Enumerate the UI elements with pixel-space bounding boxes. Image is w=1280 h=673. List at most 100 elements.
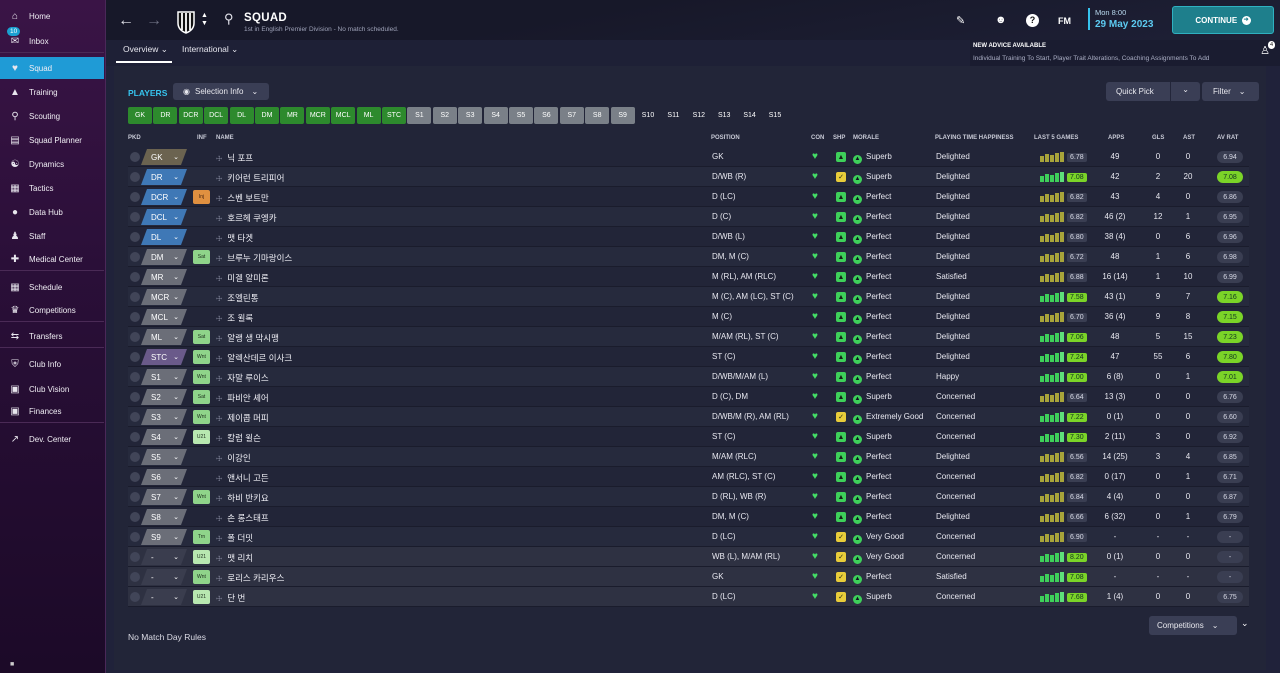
position-button-dcl[interactable]: DCL [204, 107, 229, 124]
player-name[interactable]: ☩ 브루누 기마랑이스 [216, 252, 292, 264]
morale[interactable]: ▲ Very Good [853, 552, 904, 564]
row-select-toggle[interactable] [130, 172, 140, 182]
info-badge[interactable]: Sat [193, 330, 210, 344]
player-name[interactable]: ☩ 앤서니 고든 [216, 472, 269, 484]
quick-pick-dropdown[interactable]: Quick Pick ⌄ [1106, 82, 1200, 101]
position-button-dm[interactable]: DM [255, 107, 279, 124]
position-button-s3[interactable]: S3 [458, 107, 483, 124]
sidebar-item-dynamics[interactable]: ☯ Dynamics [0, 153, 104, 175]
column-header-con[interactable]: CON [811, 135, 824, 141]
sidebar-item-medical-center[interactable]: ✚ Medical Center [0, 249, 104, 271]
row-select-toggle[interactable] [130, 292, 140, 302]
player-name[interactable]: ☩ 호르헤 쿠엥카 [216, 212, 277, 224]
table-row[interactable]: S1 ⌄ Wnt ☩ 자말 루이스 D/WB/M/AM (L) ♥ ▲ ▲ Perfect Happ… [128, 367, 1249, 387]
last-5-games[interactable]: 7.06 [1036, 331, 1094, 343]
player-name[interactable]: ☩ 자말 루이스 [216, 372, 269, 384]
position-button-mcl[interactable]: MCL [331, 107, 356, 124]
picked-position-select[interactable]: DL ⌄ [141, 229, 187, 245]
morale[interactable]: ▲ Perfect [853, 372, 891, 384]
sidebar-item-finances[interactable]: ▣ Finances [0, 401, 104, 423]
picked-position-select[interactable]: DR ⌄ [141, 169, 187, 185]
column-header-ast[interactable]: AST [1183, 135, 1195, 141]
last-5-games[interactable]: 6.64 [1036, 391, 1094, 403]
morale[interactable]: ▲ Perfect [853, 452, 891, 464]
position-button-s10[interactable]: S10 [636, 107, 660, 124]
picked-position-select[interactable]: S1 ⌄ [141, 369, 187, 385]
column-header-name[interactable]: NAME [216, 135, 234, 141]
info-badge[interactable]: Wnt [193, 490, 210, 504]
morale[interactable]: ▲ Superb [853, 152, 892, 164]
tab-international[interactable]: International ⌄ [182, 44, 238, 55]
picked-position-select[interactable]: S9 ⌄ [141, 529, 187, 545]
player-name[interactable]: ☩ 제이콥 머피 [216, 412, 269, 424]
morale[interactable]: ▲ Perfect [853, 192, 891, 204]
table-row[interactable]: MR ⌄ ☩ 미겔 알미론 M (RL), AM (RLC) ♥ ▲ ▲ Perfect Sati… [128, 267, 1249, 287]
last-5-games[interactable]: 7.68 [1036, 591, 1094, 603]
table-row[interactable]: S9 ⌄ Trn ☩ 폴 더밋 D (LC) ♥ ✓ ▲ Very Good Concerned 6.… [128, 527, 1249, 547]
player-name[interactable]: ☩ 미겔 알미론 [216, 272, 269, 284]
position-button-s7[interactable]: S7 [559, 107, 584, 124]
fm-logo[interactable]: FM [1058, 16, 1071, 26]
table-row[interactable]: DM ⌄ Sat ☩ 브루누 기마랑이스 DM, M (C) ♥ ▲ ▲ Perfect Delig… [128, 247, 1249, 267]
sidebar-item-data-hub[interactable]: ● Data Hub [0, 201, 104, 223]
edit-icon[interactable]: ✎ [956, 14, 965, 27]
sidebar-item-inbox[interactable]: ✉ Inbox 10 [0, 27, 104, 53]
position-button-dcr[interactable]: DCR [178, 107, 203, 124]
last-5-games[interactable]: 7.58 [1036, 291, 1094, 303]
column-header-shp[interactable]: SHP [833, 135, 845, 141]
picked-position-select[interactable]: S5 ⌄ [141, 449, 187, 465]
info-badge[interactable]: Wnt [193, 350, 210, 364]
row-select-toggle[interactable] [130, 532, 140, 542]
morale[interactable]: ▲ Perfect [853, 512, 891, 524]
row-select-toggle[interactable] [130, 432, 140, 442]
morale[interactable]: ▲ Superb [853, 172, 892, 184]
info-badge[interactable]: U21 [193, 550, 210, 564]
picked-position-select[interactable]: MR ⌄ [141, 269, 187, 285]
sidebar-item-staff[interactable]: ♟ Staff [0, 225, 104, 247]
search-icon[interactable]: ⚲ [224, 11, 234, 27]
table-row[interactable]: - ⌄ U21 ☩ 맷 리치 WB (L), M/AM (RL) ♥ ✓ ▲ Very Good C… [128, 547, 1249, 567]
position-button-gk[interactable]: GK [128, 107, 152, 124]
position-button-mr[interactable]: MR [280, 107, 305, 124]
continue-button[interactable]: CONTINUE ➜ [1172, 6, 1274, 34]
table-row[interactable]: S5 ⌄ ☩ 이강인 M/AM (RLC) ♥ ▲ ▲ Perfect Delighted 6.56… [128, 447, 1249, 467]
last-5-games[interactable]: 8.20 [1036, 551, 1094, 563]
row-select-toggle[interactable] [130, 512, 140, 522]
row-select-toggle[interactable] [130, 192, 140, 202]
row-select-toggle[interactable] [130, 552, 140, 562]
morale[interactable]: ▲ Perfect [853, 252, 891, 264]
row-select-toggle[interactable] [130, 392, 140, 402]
back-arrow-icon[interactable]: ← [118, 12, 134, 30]
morale[interactable]: ▲ Perfect [853, 272, 891, 284]
column-header-last-5-games[interactable]: LAST 5 GAMES [1034, 135, 1078, 141]
last-5-games[interactable]: 6.72 [1036, 251, 1094, 263]
selection-info-dropdown[interactable]: ◉ Selection Info ⌄ [173, 83, 269, 100]
picked-position-select[interactable]: - ⌄ [141, 589, 187, 605]
picked-position-select[interactable]: MCL ⌄ [141, 309, 187, 325]
forward-arrow-icon[interactable]: → [146, 12, 162, 30]
morale[interactable]: ▲ Perfect [853, 312, 891, 324]
picked-position-select[interactable]: S7 ⌄ [141, 489, 187, 505]
morale[interactable]: ▲ Very Good [853, 532, 904, 544]
picked-position-select[interactable]: MCR ⌄ [141, 289, 187, 305]
player-name[interactable]: ☩ 조 윌록 [216, 312, 253, 324]
table-row[interactable]: S4 ⌄ U21 ☩ 칼럼 윌슨 ST (C) ♥ ▲ ▲ Superb Concerned 7.30… [128, 427, 1249, 447]
sidebar-item-tactics[interactable]: ▦ Tactics [0, 177, 104, 199]
last-5-games[interactable]: 6.90 [1036, 531, 1094, 543]
position-button-s9[interactable]: S9 [610, 107, 635, 124]
player-name[interactable]: ☩ 하비 반키요 [216, 492, 269, 504]
player-name[interactable]: ☩ 키어런 트리피어 [216, 172, 284, 184]
row-select-toggle[interactable] [130, 212, 140, 222]
tab-overview[interactable]: Overview ⌄ [123, 44, 168, 55]
table-row[interactable]: - ⌄ U21 ☩ 단 번 D (LC) ♥ ✓ ▲ Superb Concerned 7.68 1 (… [128, 587, 1249, 607]
last-5-games[interactable]: 6.78 [1036, 151, 1094, 163]
row-select-toggle[interactable] [130, 152, 140, 162]
last-5-games[interactable]: 6.66 [1036, 511, 1094, 523]
last-5-games[interactable]: 6.80 [1036, 231, 1094, 243]
row-select-toggle[interactable] [130, 352, 140, 362]
position-button-s13[interactable]: S13 [712, 107, 736, 124]
table-row[interactable]: S6 ⌄ ☩ 앤서니 고든 AM (RLC), ST (C) ♥ ▲ ▲ Perfect Conc… [128, 467, 1249, 487]
position-button-s14[interactable]: S14 [738, 107, 762, 124]
position-button-dr[interactable]: DR [153, 107, 178, 124]
row-select-toggle[interactable] [130, 592, 140, 602]
